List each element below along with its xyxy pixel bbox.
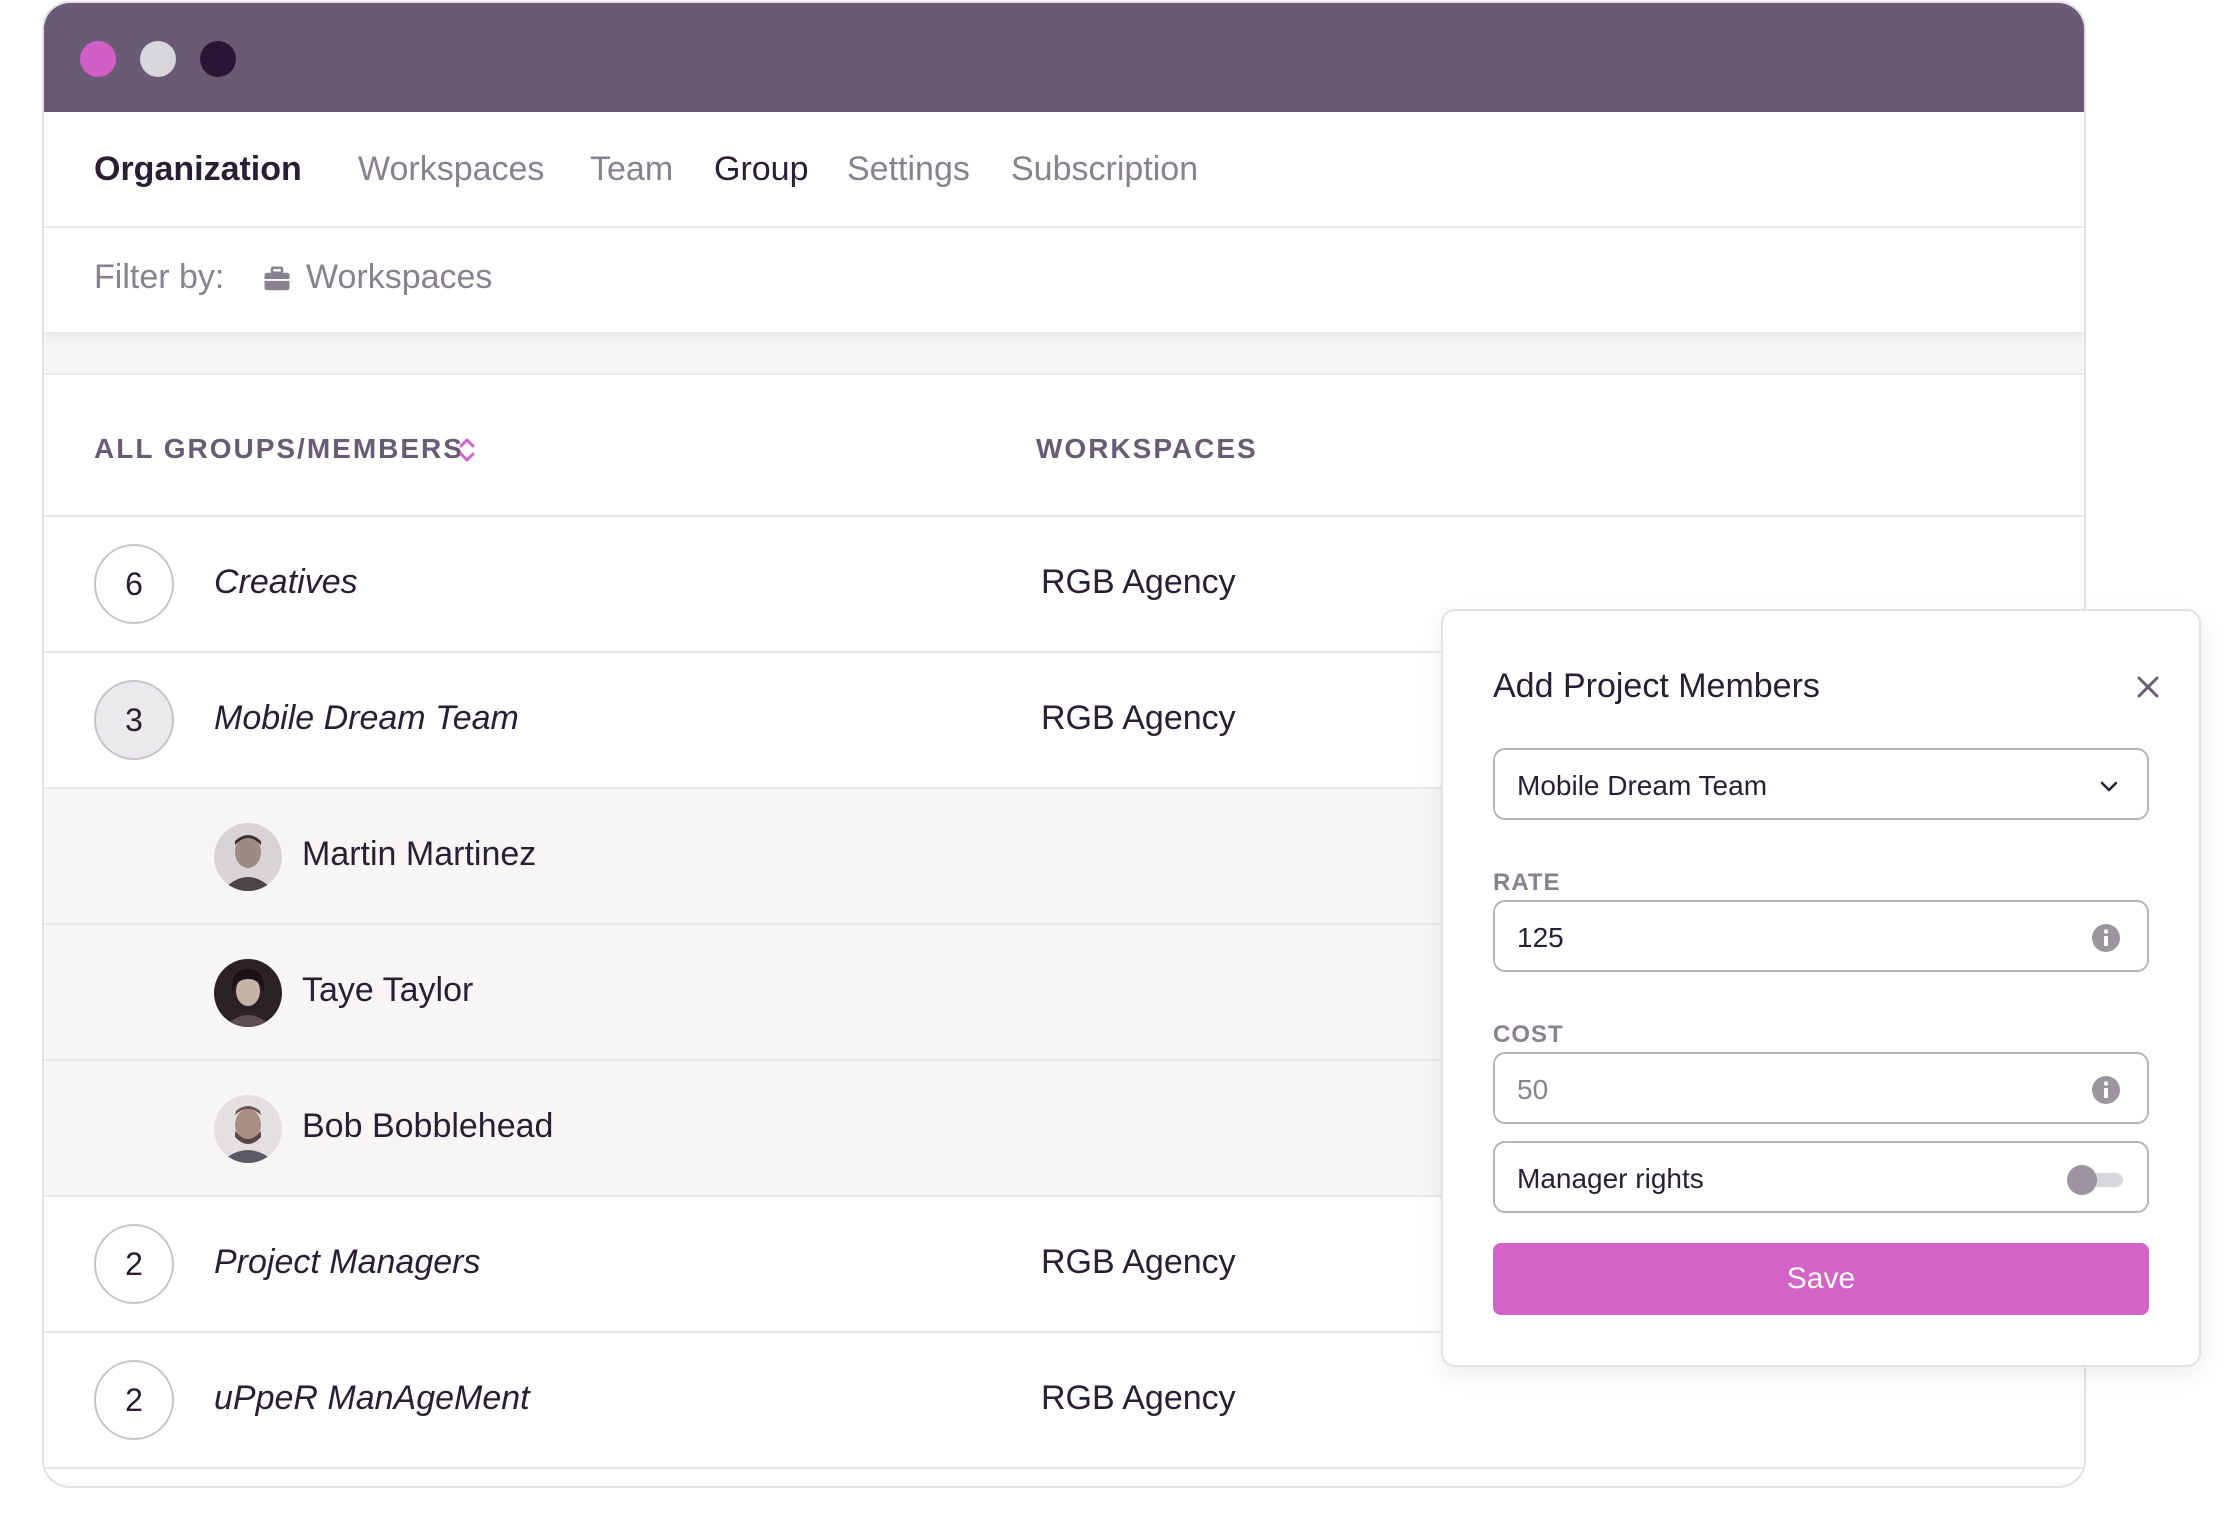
rate-label: RATE	[1493, 869, 1561, 896]
info-icon[interactable]	[2091, 1075, 2121, 1105]
manager-rights-label: Manager rights	[1517, 1163, 1704, 1194]
dialog-title: Add Project Members	[1493, 667, 1820, 705]
workspace-name: RGB Agency	[1041, 1243, 1236, 1281]
filter-label: Filter by:	[94, 258, 225, 296]
member-name: Taye Taylor	[302, 971, 474, 1009]
column-header-groups[interactable]: ALL GROUPS/MEMBERS	[94, 433, 464, 465]
chevron-down-icon	[2100, 781, 2118, 792]
maximize-window-button[interactable]	[200, 41, 236, 77]
filter-workspaces[interactable]: Workspaces	[306, 258, 492, 297]
nav-group[interactable]: Group	[714, 150, 809, 189]
rate-input[interactable]: 125	[1493, 900, 2149, 972]
nav-organization[interactable]: Organization	[94, 150, 302, 189]
add-project-members-dialog: Add Project Members Mobile Dream Team RA…	[1441, 609, 2201, 1367]
nav-settings[interactable]: Settings	[847, 150, 970, 189]
save-button[interactable]: Save	[1493, 1243, 2149, 1315]
member-count-badge: 2	[94, 1360, 174, 1440]
member-name: Martin Martinez	[302, 835, 537, 873]
nav-subscription[interactable]: Subscription	[1011, 150, 1198, 189]
top-nav: Organization Workspaces Team Group Setti…	[44, 112, 2084, 228]
close-window-button[interactable]	[80, 41, 116, 77]
group-name: Mobile Dream Team	[214, 699, 519, 737]
avatar	[214, 959, 282, 1027]
minimize-window-button[interactable]	[140, 41, 176, 77]
manager-rights-field: Manager rights	[1493, 1141, 2149, 1213]
column-header-workspaces: WORKSPACES	[1036, 433, 1258, 464]
workspace-name: RGB Agency	[1041, 1379, 1236, 1417]
cost-label: COST	[1493, 1021, 1564, 1048]
group-name: Creatives	[214, 563, 358, 601]
section-spacer	[44, 332, 2084, 375]
sort-icon[interactable]	[456, 433, 478, 467]
group-select[interactable]: Mobile Dream Team	[1493, 748, 2149, 820]
workspace-name: RGB Agency	[1041, 699, 1236, 737]
manager-rights-toggle[interactable]	[2067, 1165, 2125, 1195]
member-count-badge: 2	[94, 1224, 174, 1304]
info-icon[interactable]	[2091, 923, 2121, 953]
nav-team[interactable]: Team	[590, 150, 673, 189]
close-icon[interactable]	[2135, 674, 2161, 700]
member-count-badge: 6	[94, 544, 174, 624]
group-select-value: Mobile Dream Team	[1517, 770, 1768, 801]
cost-placeholder: 50	[1517, 1074, 1549, 1105]
title-bar	[44, 3, 2084, 112]
filter-bar: Filter by: Workspaces	[44, 228, 2084, 332]
group-name: Project Managers	[214, 1243, 481, 1281]
member-name: Bob Bobblehead	[302, 1107, 554, 1145]
workspace-name: RGB Agency	[1041, 563, 1236, 601]
group-name: uPpeR ManAgeMent	[214, 1379, 530, 1417]
cost-input[interactable]: 50	[1493, 1052, 2149, 1124]
nav-workspaces[interactable]: Workspaces	[358, 150, 544, 189]
rate-value: 125	[1517, 922, 1564, 953]
avatar	[214, 1095, 282, 1163]
member-count-badge: 3	[94, 680, 174, 760]
avatar	[214, 823, 282, 891]
table-header: ALL GROUPS/MEMBERS WORKSPACES	[44, 375, 2084, 517]
briefcase-icon	[264, 266, 290, 291]
